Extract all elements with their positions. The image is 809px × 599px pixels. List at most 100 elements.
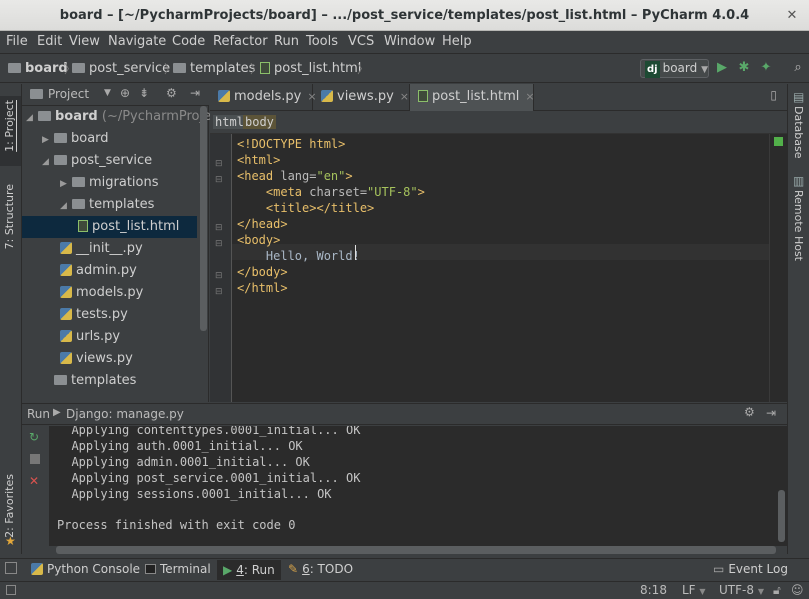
close-tab-icon[interactable]: × [400,90,409,103]
gear-icon[interactable]: ⚙ [744,405,755,419]
nav-crumb-post-list[interactable]: post_list.html [260,61,361,76]
tree-item-label: board [71,131,109,146]
hide-panel-icon[interactable]: ⇥ [766,406,776,420]
inspector-icon[interactable]: ☺ [791,583,804,597]
editor-breadcrumb: html body [210,112,787,134]
code-line: <body> [237,233,281,247]
tree-item-label: models.py [76,285,144,300]
breadcrumb-html[interactable]: html [213,115,246,129]
close-tab-icon[interactable]: × [525,90,534,103]
fold-marker-icon[interactable]: ⊟ [215,268,223,284]
nav-crumb-post-service[interactable]: post_service [72,61,170,76]
tree-item-label: templates [89,197,155,212]
tree-item-templates[interactable]: ◢ templates [60,194,154,216]
tool-tab-remote-host[interactable]: Remote Host [792,190,805,261]
menu-help[interactable]: Help [442,34,472,49]
search-icon[interactable]: ⌕ [790,60,806,76]
tree-item-views-py[interactable]: views.py [60,348,133,370]
fold-marker-icon[interactable]: ⊟ [215,156,223,172]
menu-edit[interactable]: Edit [37,34,62,49]
rerun-icon[interactable]: ↻ [29,430,39,444]
menu-navigate[interactable]: Navigate [108,34,166,49]
tree-item-post-list-html[interactable]: post_list.html [78,216,179,238]
line-separator[interactable]: LF ▼ [682,583,706,597]
scroll-from-source-icon[interactable]: ⊕ [120,86,130,100]
tree-item-templates[interactable]: templates [42,370,136,392]
tree-item-tests-py[interactable]: tests.py [60,304,128,326]
lock-icon[interactable]: 🔓︎ [773,583,781,598]
console-horizontal-scrollbar[interactable] [56,546,776,554]
project-scrollbar[interactable] [200,106,207,331]
tree-item-urls-py[interactable]: urls.py [60,326,120,348]
code-line: </body> [237,265,288,279]
tab-post-list-html[interactable]: post_list.html × [410,84,535,111]
console-scrollbar[interactable] [777,426,787,546]
collapsed-arrow-icon[interactable]: ▶ [42,129,54,151]
run-console[interactable]: Applying contenttypes.0001_initial... OK… [50,426,777,546]
editor-scrollbar[interactable] [769,134,787,402]
tab-run[interactable]: ▶ 4: Run [217,560,281,580]
tab-event-log[interactable]: ▭ Event Log [713,562,788,576]
tree-item-models-py[interactable]: models.py [60,282,143,304]
expanded-arrow-icon[interactable]: ◢ [26,107,38,129]
menu-code[interactable]: Code [172,34,205,49]
menu-vcs[interactable]: VCS [348,34,374,49]
close-icon[interactable]: ✕ [29,474,39,488]
tree-item-migrations[interactable]: ▶ migrations [60,172,159,194]
run-icon[interactable]: ▶ [714,60,730,76]
tab-views-py[interactable]: views.py × [313,84,410,111]
close-icon[interactable]: ✕ [784,8,800,24]
nav-crumb-board[interactable]: board [8,61,68,76]
collapsed-arrow-icon[interactable]: ▶ [60,173,72,195]
hide-panel-icon[interactable]: ⇥ [190,86,200,100]
tool-tab-project[interactable]: 1: Project [3,100,16,152]
tree-item-admin-py[interactable]: admin.py [60,260,137,282]
tree-item-label: views.py [76,351,133,366]
tree-item-post-service[interactable]: ◢ post_service [42,150,152,172]
tab-python-console[interactable]: Python Console [31,562,140,576]
debug-icon[interactable]: ✱ [736,60,752,76]
fold-marker-icon[interactable]: ⊟ [215,284,223,300]
window-title-bar: board – [~/PycharmProjects/board] – .../… [0,0,809,31]
tree-item-board[interactable]: ◢ board (~/PycharmProjec [26,106,218,128]
menu-window[interactable]: Window [384,34,435,49]
toggle-tool-windows-icon[interactable] [6,585,16,595]
code-editor[interactable]: <!DOCTYPE html> <html> <head lang="en"> … [232,134,769,402]
tab-terminal[interactable]: Terminal [145,562,211,576]
code-line: <html> [237,153,281,167]
run-panel-header: Run ▶ Django: manage.py ⚙ ⇥ [22,403,787,425]
menu-view[interactable]: View [69,34,100,49]
menu-run[interactable]: Run [274,34,299,49]
layout-icon[interactable] [5,562,17,574]
run-configuration-select[interactable]: dj board ▼ [640,59,709,78]
tool-tab-favorites[interactable]: 2: Favorites [3,474,16,538]
expanded-arrow-icon[interactable]: ◢ [60,195,72,217]
tool-tab-structure[interactable]: 7: Structure [3,184,16,249]
collapse-all-icon[interactable]: ⇟ [139,86,149,100]
nav-crumb-templates[interactable]: templates [173,61,255,76]
fold-marker-icon[interactable]: ⊟ [215,220,223,236]
tool-tab-database[interactable]: Database [792,106,805,159]
menu-refactor[interactable]: Refactor [213,34,268,49]
project-view-select[interactable]: Project [48,87,89,101]
breadcrumb-body[interactable]: body [243,115,276,129]
dropdown-arrow-icon[interactable]: ▼ [104,88,111,98]
editor-gutter[interactable]: ⊟ ⊟ ⊟ ⊟ ⊟ ⊟ [210,134,232,402]
tab-models-py[interactable]: models.py × [210,84,317,111]
menu-file[interactable]: File [6,34,28,49]
fold-marker-icon[interactable]: ⊟ [215,172,223,188]
caret-position[interactable]: 8:18 [640,583,667,597]
file-encoding[interactable]: UTF-8 ▼ [719,583,764,597]
python-file-icon [60,286,72,298]
tree-item-board[interactable]: ▶ board [42,128,109,150]
coverage-icon[interactable]: ✦ [758,60,774,76]
menu-tools[interactable]: Tools [306,34,338,49]
fold-marker-icon[interactable]: ⊟ [215,236,223,252]
tab-todo[interactable]: ✎ 6: TODO [288,562,353,576]
code-line: Hello, World! [237,249,360,263]
split-editor-icon[interactable]: ▯ [770,88,777,102]
tree-item-init-py[interactable]: __init__.py [60,238,143,260]
expanded-arrow-icon[interactable]: ◢ [42,151,54,173]
gear-icon[interactable]: ⚙ [166,86,177,100]
stop-icon[interactable] [30,454,40,464]
